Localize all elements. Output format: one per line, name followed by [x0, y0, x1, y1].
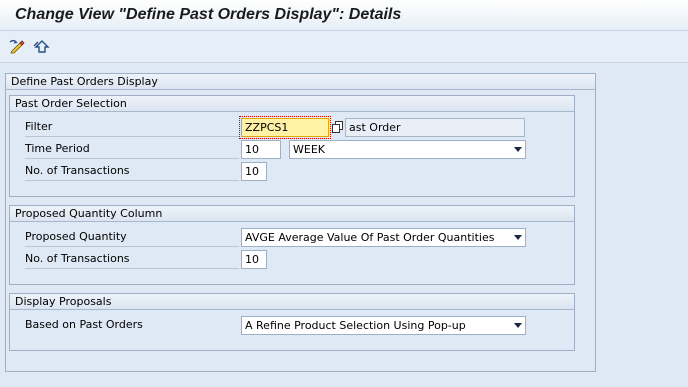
display-proposals-title: Display Proposals — [10, 294, 574, 310]
filter-input[interactable]: ZZPCS1 — [239, 116, 331, 139]
time-period-unit-value: WEEK — [293, 143, 325, 156]
proposed-quantity-column-title: Proposed Quantity Column — [10, 206, 574, 222]
copy-icon[interactable] — [332, 121, 344, 134]
proposed-quantity-label: Proposed Quantity — [25, 227, 239, 247]
page-title: Change View "Define Past Orders Display"… — [15, 6, 402, 23]
filter-description-field: ast Order — [345, 118, 525, 137]
based-on-past-orders-label: Based on Past Orders — [25, 318, 143, 331]
proposed-quantity-dropdown[interactable]: AVGE Average Value Of Past Order Quantit… — [241, 228, 526, 247]
time-period-label: Time Period — [25, 139, 239, 159]
proposed-quantity-value: AVGE Average Value Of Past Order Quantit… — [245, 231, 495, 244]
main-group-title: Define Past Orders Display — [6, 74, 595, 90]
edit-display-icon[interactable] — [9, 38, 27, 54]
pq-transactions-input[interactable]: 10 — [241, 250, 267, 269]
chevron-down-icon — [514, 323, 522, 328]
based-on-past-orders-dropdown[interactable]: A Refine Product Selection Using Pop-up — [241, 316, 526, 335]
time-period-unit-dropdown[interactable]: WEEK — [289, 140, 526, 159]
other-object-icon[interactable] — [33, 38, 51, 54]
title-bar: Change View "Define Past Orders Display"… — [0, 0, 688, 31]
transactions-label: No. of Transactions — [25, 161, 239, 181]
filter-label: Filter — [25, 117, 239, 137]
transactions-input[interactable]: 10 — [241, 162, 267, 181]
application-toolbar — [0, 31, 688, 63]
chevron-down-icon — [514, 235, 522, 240]
time-period-input[interactable]: 10 — [241, 140, 281, 159]
chevron-down-icon — [514, 147, 522, 152]
based-on-past-orders-value: A Refine Product Selection Using Pop-up — [245, 319, 466, 332]
pq-transactions-label: No. of Transactions — [25, 249, 239, 269]
past-order-selection-title: Past Order Selection — [10, 96, 574, 112]
